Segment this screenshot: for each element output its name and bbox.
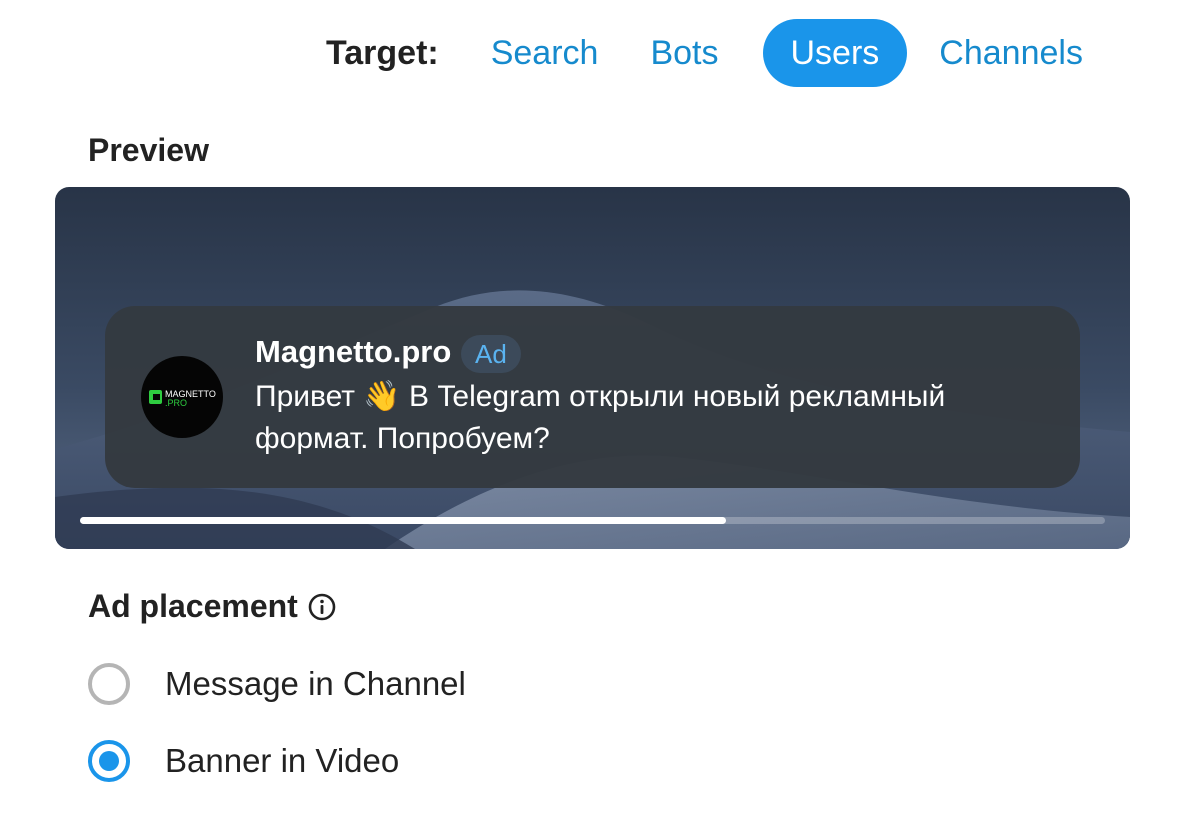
placement-option-banner-in-video[interactable]: Banner in Video [88, 740, 399, 782]
ad-placement-header: Ad placement [88, 588, 336, 625]
ad-channel-name: Magnetto.pro [255, 334, 452, 369]
tab-bots[interactable]: Bots [630, 19, 738, 87]
tab-users[interactable]: Users [762, 19, 908, 87]
video-progress-fill [80, 517, 726, 524]
info-icon[interactable] [308, 593, 336, 621]
tab-channels[interactable]: Channels [919, 19, 1103, 87]
preview-title: Preview [88, 132, 209, 168]
ad-placement-title: Ad placement [88, 588, 298, 624]
placement-option-message-in-channel[interactable]: Message in Channel [88, 663, 466, 705]
ad-message-text: Привет 👋 В Telegram открыли новый реклам… [255, 380, 946, 455]
radio-message-in-channel[interactable] [88, 663, 130, 705]
radio-label: Banner in Video [165, 742, 400, 779]
target-label: Target: [326, 33, 439, 72]
ad-message-card[interactable]: MAGNETTO .PRO Magnetto.pro Ad Привет 👋 В… [105, 306, 1080, 488]
video-preview: MAGNETTO .PRO Magnetto.pro Ad Привет 👋 В… [55, 187, 1130, 549]
channel-avatar: MAGNETTO .PRO [141, 356, 223, 438]
ad-settings-page: Target: Search Bots Users Channels Previ… [0, 0, 1190, 829]
tab-search[interactable]: Search [471, 19, 619, 87]
video-progress-bar[interactable] [80, 517, 1105, 524]
svg-text:.PRO: .PRO [165, 398, 187, 408]
radio-label: Message in Channel [165, 665, 466, 702]
magnetto-logo-icon: MAGNETTO .PRO [149, 389, 216, 408]
ad-badge: Ad [461, 335, 521, 373]
radio-banner-in-video[interactable] [88, 740, 130, 782]
target-tabs: Target: Search Bots Users Channels [320, 18, 1115, 88]
